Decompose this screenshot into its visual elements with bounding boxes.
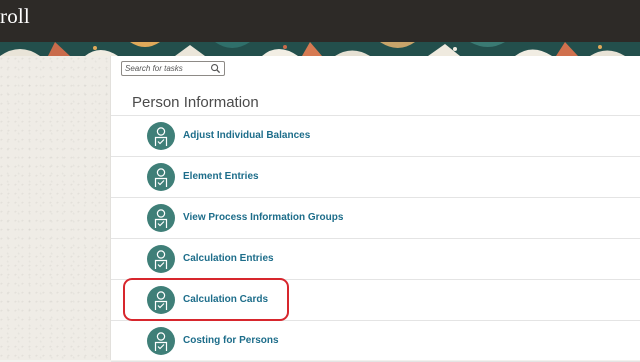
person-document-icon bbox=[147, 204, 175, 232]
top-bar: roll bbox=[0, 0, 640, 42]
search-input[interactable] bbox=[122, 62, 210, 75]
person-document-icon bbox=[147, 163, 175, 191]
task-link[interactable]: Calculation Cards bbox=[183, 280, 268, 320]
person-document-icon bbox=[147, 327, 175, 355]
section-title: Person Information bbox=[132, 94, 259, 111]
task-item-element-entries[interactable]: Element Entries bbox=[111, 157, 640, 198]
task-list: Adjust Individual Balances Element Entri… bbox=[111, 115, 640, 362]
left-panel bbox=[0, 56, 110, 360]
task-item-costing-for-persons[interactable]: Costing for Persons bbox=[111, 321, 640, 362]
task-item-calculation-entries[interactable]: Calculation Entries bbox=[111, 239, 640, 280]
app-title: roll bbox=[0, 4, 30, 28]
task-link[interactable]: Costing for Persons bbox=[183, 321, 279, 361]
person-document-icon bbox=[147, 286, 175, 314]
person-document-icon bbox=[147, 245, 175, 273]
decorative-banner bbox=[0, 42, 640, 56]
task-item-view-process-information-groups[interactable]: View Process Information Groups bbox=[111, 198, 640, 239]
search-box bbox=[121, 61, 225, 76]
task-item-calculation-cards[interactable]: Calculation Cards bbox=[111, 280, 640, 321]
task-link[interactable]: Calculation Entries bbox=[183, 239, 274, 279]
task-item-adjust-individual-balances[interactable]: Adjust Individual Balances bbox=[111, 116, 640, 157]
person-document-icon bbox=[147, 122, 175, 150]
task-link[interactable]: Adjust Individual Balances bbox=[183, 116, 310, 156]
tasks-panel: Person Information Adjust Individual Bal… bbox=[110, 56, 640, 362]
search-icon[interactable] bbox=[210, 63, 221, 74]
task-link[interactable]: Element Entries bbox=[183, 157, 259, 197]
task-link[interactable]: View Process Information Groups bbox=[183, 198, 343, 238]
